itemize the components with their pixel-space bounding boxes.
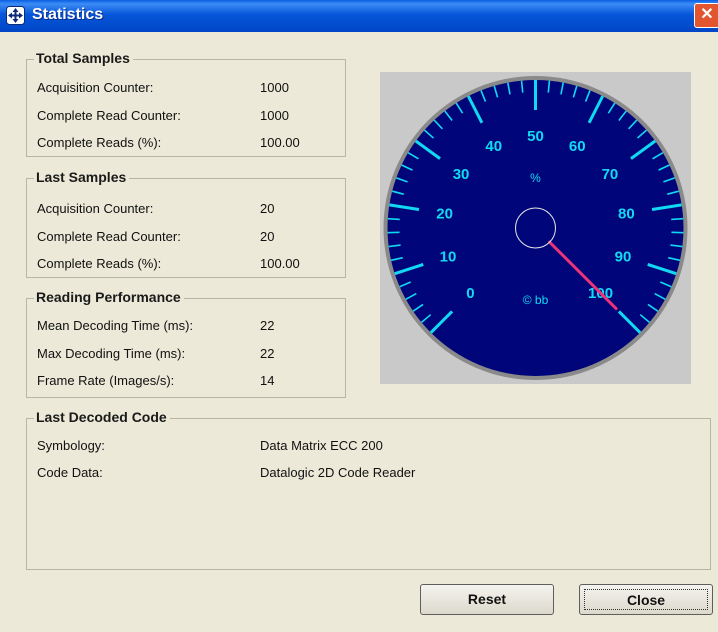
symbology-value: Data Matrix ECC 200: [260, 438, 383, 453]
gauge-minor-tick: [520, 80, 524, 93]
total-acquisition-value: 1000: [260, 80, 289, 95]
last-complete-read-label: Complete Read Counter:: [37, 229, 181, 244]
close-button-label: Close: [626, 592, 666, 608]
total-samples-title: Total Samples: [34, 50, 133, 66]
mean-decoding-time-label: Mean Decoding Time (ms):: [37, 318, 194, 333]
total-complete-reads-pct-label: Complete Reads (%):: [37, 135, 162, 150]
code-data-value: Datalogic 2D Code Reader: [260, 465, 416, 480]
reset-button-label: Reset: [467, 591, 507, 607]
close-icon: ✕: [700, 6, 714, 23]
close-button[interactable]: Close: [579, 584, 713, 615]
gauge-tick-label: 90: [615, 248, 632, 265]
last-samples-title: Last Samples: [34, 169, 130, 185]
gauge-minor-tick: [547, 80, 551, 93]
total-complete-read-value: 1000: [260, 108, 289, 123]
frame-rate-value: 14: [260, 373, 275, 388]
gauge-tick-label: 20: [436, 206, 453, 223]
statistics-window: Statistics ✕ Total Samples Acquisition C…: [0, 0, 718, 632]
title-bar: Statistics ✕: [0, 0, 718, 32]
reading-performance-title: Reading Performance: [34, 289, 184, 305]
close-button-focus-ring: Close: [584, 589, 708, 610]
read-rate-gauge: 0102030405060708090100%© bb: [383, 76, 688, 380]
total-complete-reads-pct-value: 100.00: [260, 135, 300, 150]
gauge-tick-label: 0: [466, 285, 474, 302]
last-complete-reads-pct-value: 100.00: [260, 256, 300, 271]
gauge-tick-label: 30: [453, 166, 470, 183]
gauge-tick-label: 50: [527, 128, 544, 145]
window-close-button[interactable]: ✕: [694, 3, 718, 28]
total-acquisition-label: Acquisition Counter:: [37, 80, 154, 95]
app-icon: [6, 6, 25, 25]
symbology-label: Symbology:: [37, 438, 105, 453]
gauge-brand-label: © bb: [523, 293, 549, 307]
last-acquisition-value: 20: [260, 201, 275, 216]
total-complete-read-label: Complete Read Counter:: [37, 108, 181, 123]
max-decoding-time-value: 22: [260, 346, 275, 361]
window-title: Statistics: [32, 6, 104, 23]
gauge-tick-label: 80: [618, 206, 635, 223]
mean-decoding-time-value: 22: [260, 318, 275, 333]
code-data-label: Code Data:: [37, 465, 103, 480]
reset-button[interactable]: Reset: [420, 584, 554, 615]
gauge-minor-tick: [387, 217, 400, 221]
last-complete-reads-pct-label: Complete Reads (%):: [37, 256, 162, 271]
gauge-tick-label: 70: [602, 166, 619, 183]
gauge-minor-tick: [671, 217, 684, 221]
read-rate-gauge-panel: 0102030405060708090100%© bb: [380, 72, 691, 384]
frame-rate-label: Frame Rate (Images/s):: [37, 373, 175, 388]
gauge-unit-label: %: [530, 171, 541, 185]
max-decoding-time-label: Max Decoding Time (ms):: [37, 346, 186, 361]
gauge-tick-label: 40: [485, 138, 502, 155]
gauge-tick-label: 10: [440, 248, 457, 265]
last-acquisition-label: Acquisition Counter:: [37, 201, 154, 216]
gauge-tick-label: 60: [569, 138, 586, 155]
last-decoded-code-title: Last Decoded Code: [34, 409, 170, 425]
last-complete-read-value: 20: [260, 229, 275, 244]
